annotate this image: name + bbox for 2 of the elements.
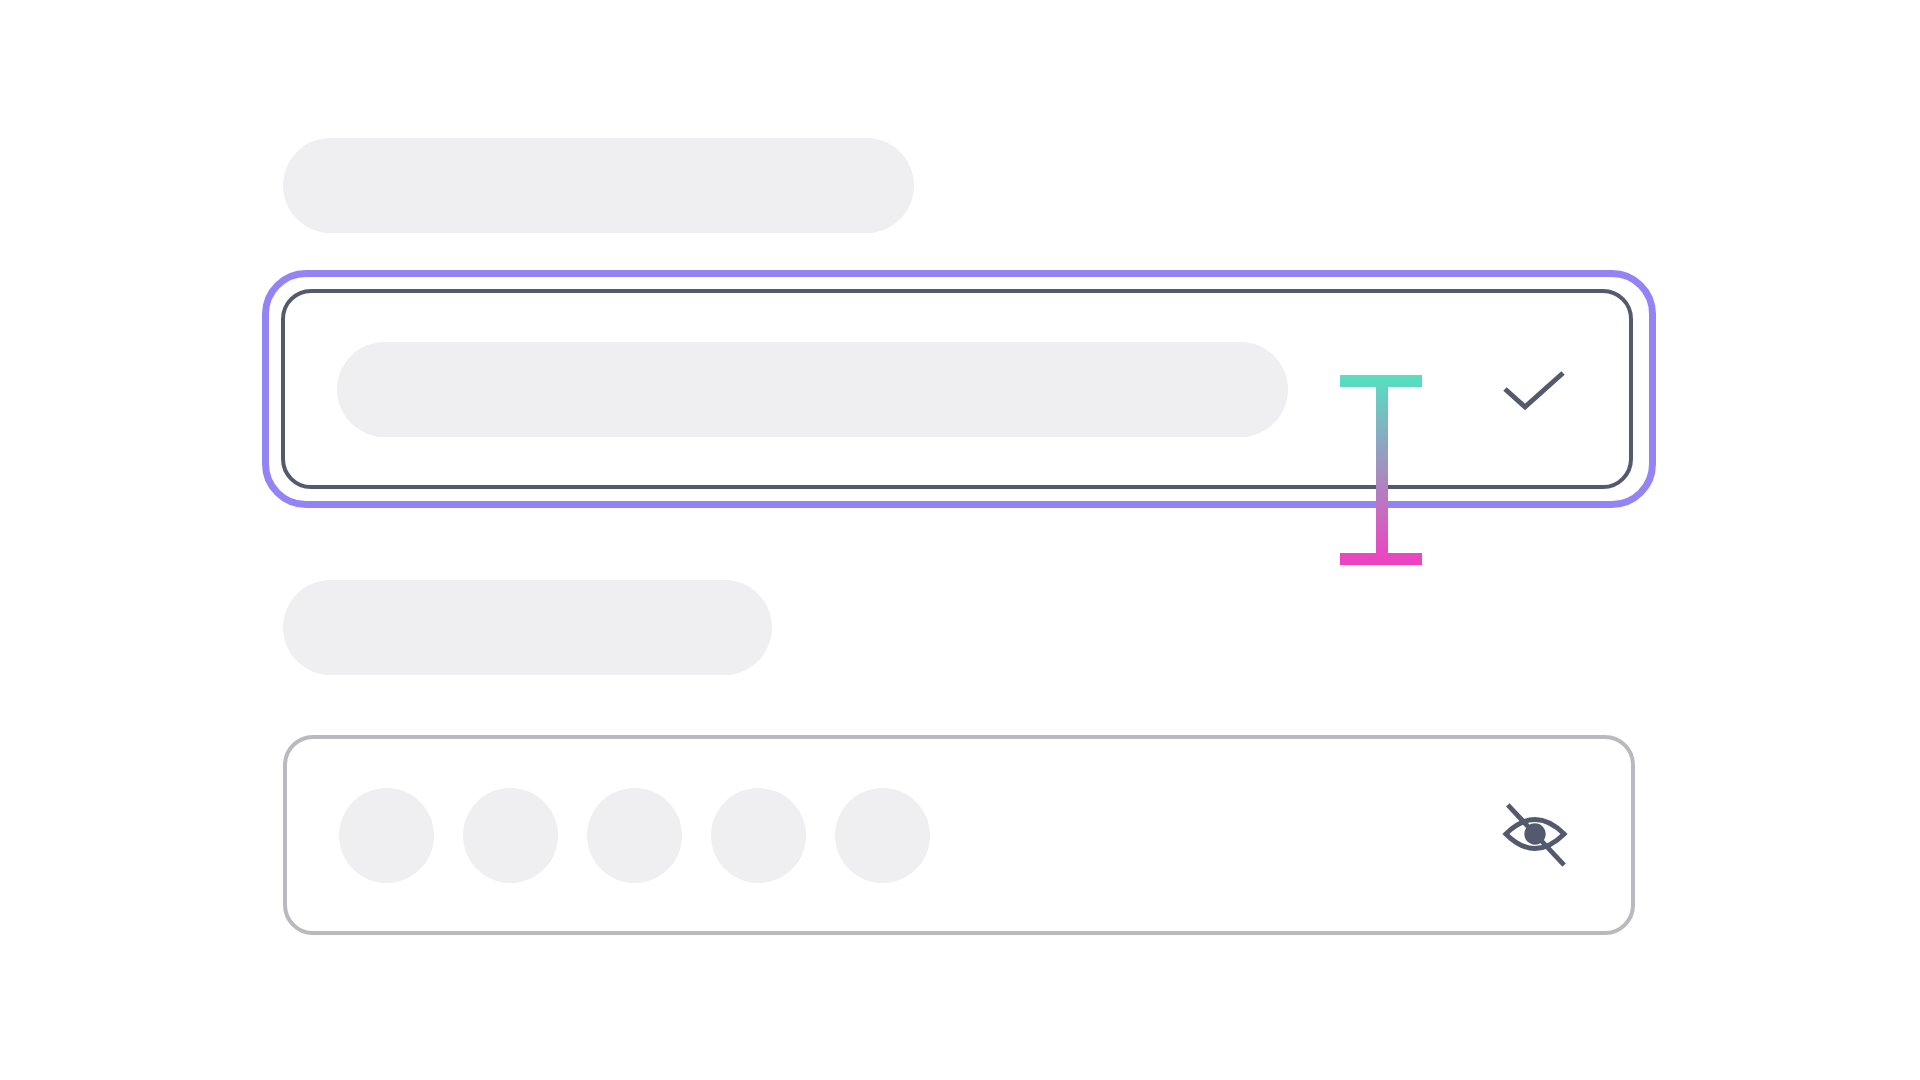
input-field[interactable]: [281, 289, 1633, 489]
input-field[interactable]: [283, 735, 1635, 935]
